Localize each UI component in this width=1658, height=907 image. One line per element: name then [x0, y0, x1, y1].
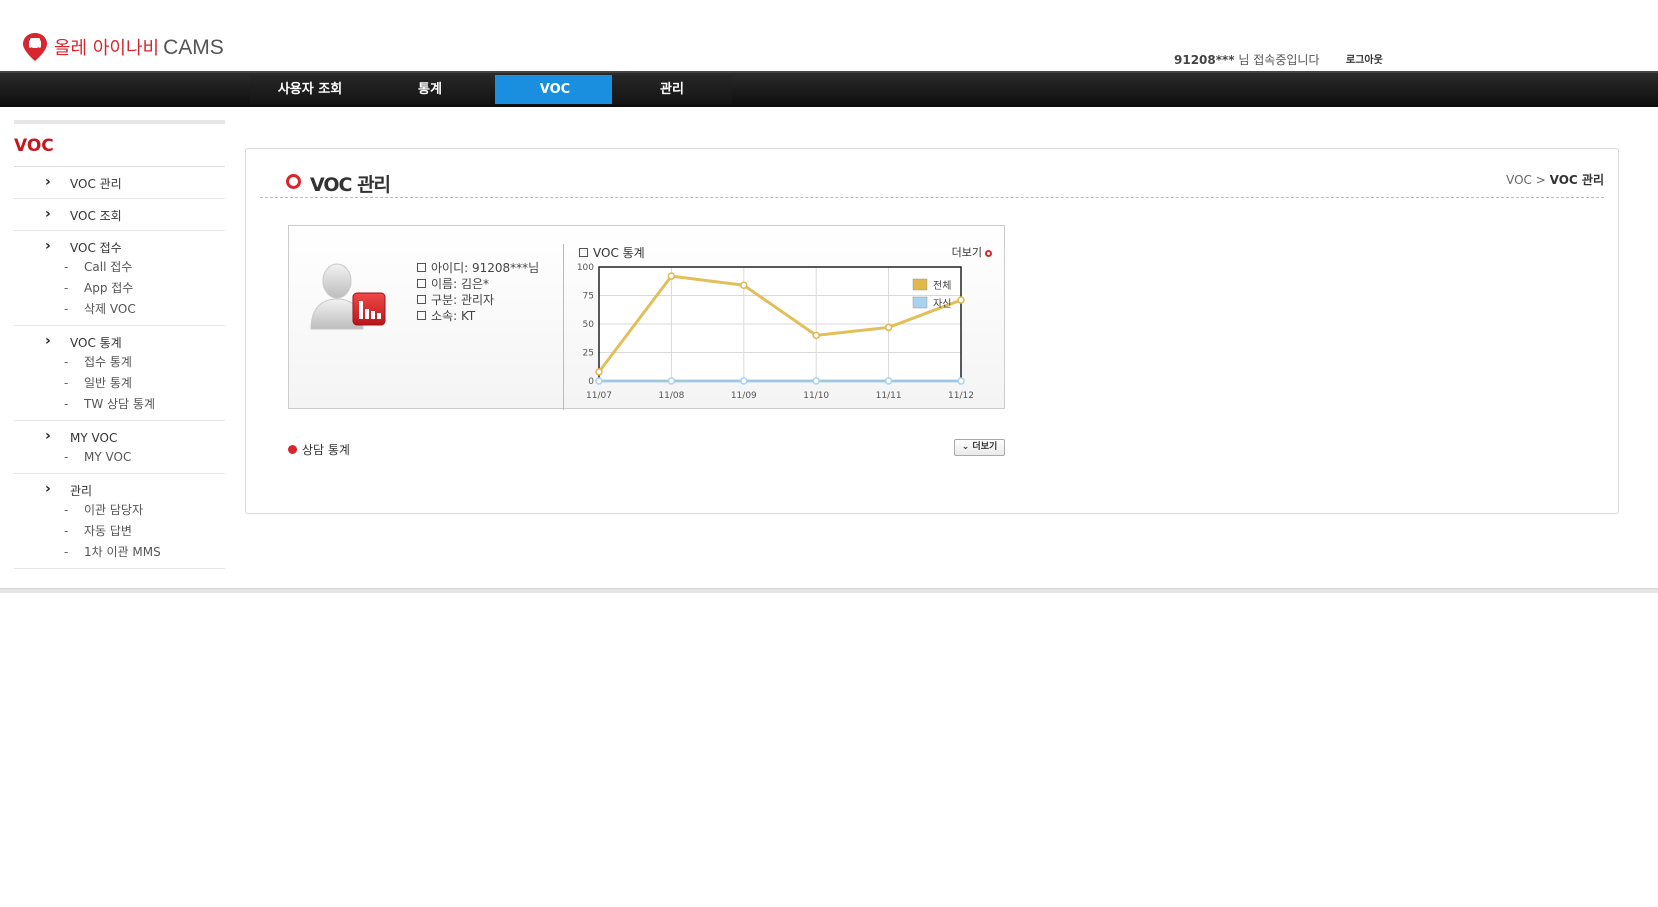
sidebar-sub-my-voc[interactable]: MY VOC	[14, 447, 225, 468]
profile-type: 구분: 관리자	[417, 292, 539, 308]
sidebar-sub-general-stats[interactable]: 일반 통계	[14, 373, 225, 394]
logo[interactable]: 올레 아이나비 CAMS	[22, 32, 224, 62]
box-bullet-icon	[579, 248, 588, 257]
user-avatar-icon	[310, 263, 386, 330]
red-bullet-icon	[288, 445, 297, 454]
box-bullet-icon	[417, 263, 426, 272]
sidebar-group: VOC 접수 Call 접수 App 접수 삭제 VOC	[14, 231, 225, 326]
series-point-0	[812, 331, 820, 340]
sidebar-item-voc-stats[interactable]: VOC 통계	[14, 332, 225, 352]
voc-line-chart: 0 25 50 75 100 11/07 11/08 11/09 11/10 11/11 11/12…	[577, 263, 974, 401]
sidebar-item-admin[interactable]: 관리	[14, 480, 225, 500]
breadcrumb: VOC > VOC 관리	[1506, 171, 1604, 188]
series-point-0	[740, 281, 748, 289]
logo-cams: CAMS	[163, 36, 224, 59]
x-tick-label: 11/10	[803, 391, 829, 401]
sidebar-sub-deleted-voc[interactable]: 삭제 VOC	[14, 299, 225, 320]
car-pin-icon	[23, 33, 47, 61]
breadcrumb-separator: >	[1535, 173, 1546, 187]
series-point-1	[884, 377, 893, 385]
series-point-1	[812, 377, 820, 385]
breadcrumb-root[interactable]: VOC	[1506, 173, 1532, 187]
legend-swatch	[912, 296, 928, 309]
series-point-1	[595, 377, 603, 385]
sidebar-item-voc-manage[interactable]: VOC 관리	[14, 173, 225, 193]
y-tick-label: 25	[583, 349, 594, 359]
title-ring-icon	[286, 174, 301, 189]
card-divider	[563, 244, 564, 410]
profile-org: 소속: KT	[417, 308, 539, 324]
legend-swatch	[912, 278, 928, 291]
sidebar-group: VOC 관리	[14, 167, 225, 199]
nav-admin[interactable]: 관리	[612, 75, 732, 104]
page-header: VOC 관리 VOC > VOC 관리	[260, 167, 1604, 198]
sidebar-item-my-voc[interactable]: MY VOC	[14, 427, 225, 447]
red-dot-icon	[985, 249, 992, 257]
y-tick-label: 50	[583, 320, 595, 330]
user-status-text: 님 접속중입니다	[1238, 53, 1320, 67]
x-tick-label: 11/08	[658, 391, 684, 401]
logout-link[interactable]: 로그아웃	[1346, 51, 1383, 66]
logo-text: 올레 아이나비 CAMS	[54, 36, 224, 59]
x-tick-label: 11/11	[876, 391, 902, 401]
series-point-0	[595, 368, 603, 376]
sidebar-group: MY VOC MY VOC	[14, 421, 225, 474]
x-tick-label: 11/09	[731, 391, 757, 401]
profile-id: 아이디: 91208***님	[417, 260, 539, 276]
sidebar-group: 관리 이관 담당자 자동 답변 1차 이관 MMS	[14, 474, 225, 569]
footer-divider	[0, 588, 1658, 593]
sidebar-sub-call-receipt[interactable]: Call 접수	[14, 257, 225, 278]
sidebar-top-bar	[14, 120, 225, 124]
content-panel: VOC 관리 VOC > VOC 관리 아이디: 91208***님 이름: 김…	[245, 148, 1619, 514]
series-point-0	[957, 296, 965, 304]
y-tick-label: 75	[583, 292, 594, 302]
sidebar-sub-tw-stats[interactable]: TW 상담 통계	[14, 394, 225, 415]
global-nav: 사용자 조회 통계 VOC 관리	[0, 71, 1658, 107]
profile-name: 이름: 김은*	[417, 276, 539, 292]
sidebar-sub-first-transfer-mms[interactable]: 1차 이관 MMS	[14, 542, 225, 563]
breadcrumb-current: VOC 관리	[1549, 173, 1604, 187]
sidebar-group: VOC 통계 접수 통계 일반 통계 TW 상담 통계	[14, 326, 225, 421]
series-point-0	[667, 272, 676, 280]
summary-card: 아이디: 91208***님 이름: 김은* 구분: 관리자 소속: KT VO…	[288, 225, 1005, 410]
user-id: 91208***	[1174, 53, 1235, 67]
series-point-1	[667, 377, 676, 385]
consult-more-button[interactable]: ⌄ 더보기	[954, 439, 1005, 456]
legend-label: 자신	[933, 298, 951, 310]
box-bullet-icon	[417, 279, 426, 288]
sidebar-sub-transfer-manager[interactable]: 이관 담당자	[14, 500, 225, 521]
series-point-1	[740, 377, 748, 385]
sidebar-sub-auto-reply[interactable]: 자동 답변	[14, 521, 225, 542]
nav-voc[interactable]: VOC	[495, 75, 615, 104]
user-status: 91208*** 님 접속중입니다	[1174, 51, 1320, 68]
x-tick-label: 11/07	[586, 391, 612, 401]
profile-info: 아이디: 91208***님 이름: 김은* 구분: 관리자 소속: KT	[417, 260, 539, 324]
x-tick-label: 11/12	[948, 391, 974, 401]
consult-stats-title: 상담 통계	[288, 441, 350, 458]
y-tick-label: 0	[588, 377, 594, 387]
sidebar-group: VOC 조회	[14, 199, 225, 231]
nav-statistics[interactable]: 통계	[370, 75, 490, 104]
nav-user-search[interactable]: 사용자 조회	[250, 75, 370, 104]
box-bullet-icon	[417, 295, 426, 304]
y-tick-label: 100	[577, 263, 594, 273]
sidebar-sub-receipt-stats[interactable]: 접수 통계	[14, 352, 225, 373]
sidebar-title: VOC	[14, 136, 225, 167]
box-bullet-icon	[417, 311, 426, 320]
sidebar-sub-app-receipt[interactable]: App 접수	[14, 278, 225, 299]
chart-more-link[interactable]: 더보기	[952, 244, 992, 260]
series-point-0	[884, 323, 893, 332]
series-point-1	[957, 377, 965, 385]
sidebar-item-voc-search[interactable]: VOC 조회	[14, 205, 225, 225]
sidebar-item-voc-receipt[interactable]: VOC 접수	[14, 237, 225, 257]
page-title: VOC 관리	[310, 174, 391, 196]
chart-title: VOC 통계	[579, 244, 645, 261]
legend-label: 전체	[933, 280, 951, 292]
sidebar: VOC VOC 관리 VOC 조회 VOC 접수 Call 접수 App 접수 …	[14, 120, 225, 569]
